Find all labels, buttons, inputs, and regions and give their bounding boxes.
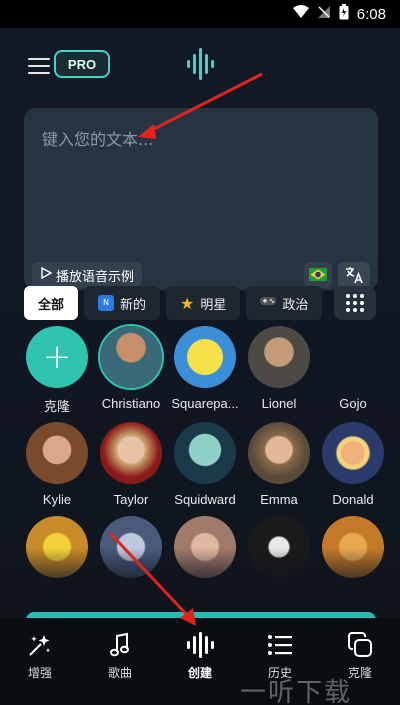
voice-item[interactable]: Squarepa... <box>168 326 242 411</box>
voice-name: Donald <box>332 492 374 507</box>
voice-item[interactable]: Gojo <box>316 326 390 411</box>
game-controller-icon <box>260 295 277 311</box>
nav-label: 创建 <box>187 666 212 680</box>
battery-icon <box>339 4 349 24</box>
avatar <box>100 326 162 388</box>
voice-name: Squarepa... <box>171 396 239 411</box>
waveform-icon <box>170 632 230 658</box>
avatar <box>322 326 384 388</box>
avatar <box>174 422 236 484</box>
nav-songs[interactable]: 歌曲 <box>90 632 150 681</box>
text-input-placeholder[interactable]: 键入您的文本... <box>42 126 153 150</box>
voice-item[interactable]: Christiano <box>94 326 168 411</box>
chip-all-label: 全部 <box>38 297 65 313</box>
avatar <box>248 422 310 484</box>
play-sample-label: 播放语音示例 <box>56 269 135 285</box>
add-voice-icon[interactable]: + <box>26 326 88 388</box>
translate-icon <box>344 266 364 288</box>
nav-create[interactable]: 创建 <box>170 632 230 681</box>
voice-item[interactable]: Squidward <box>168 422 242 507</box>
voice-name: 克隆 <box>43 399 70 414</box>
voice-item[interactable]: Kylie <box>20 422 94 507</box>
chip-new[interactable]: N 新的 <box>84 286 161 320</box>
chip-new-label: 新的 <box>120 297 147 313</box>
watermark: 一听下载 <box>240 678 353 705</box>
nav-label: 增强 <box>27 666 52 680</box>
avatar <box>248 326 310 388</box>
voice-item[interactable]: Lionel <box>242 326 316 411</box>
avatar <box>322 422 384 484</box>
status-time: 6:08 <box>356 5 386 23</box>
chip-politics[interactable]: 政治 <box>246 286 323 320</box>
app-screen: PRO 键入您的文本... 播放语音示例 全部 N 新的 ★ 明星 政治 + 克… <box>0 28 400 705</box>
chip-politics-label: 政治 <box>282 297 309 313</box>
voice-name: Christiano <box>101 396 161 411</box>
status-bar: 6:08 <box>0 0 400 28</box>
music-note-icon <box>90 632 150 658</box>
star-icon: ★ <box>180 293 195 313</box>
voice-item[interactable]: Donald <box>316 422 390 507</box>
voice-item-clone[interactable]: + 克隆 <box>20 326 94 415</box>
wifi-icon <box>292 5 309 23</box>
text-input-area[interactable]: 键入您的文本... 播放语音示例 <box>24 108 378 292</box>
voice-name: Gojo <box>339 396 367 411</box>
voice-item[interactable]: Taylor <box>94 422 168 507</box>
play-icon <box>40 266 53 283</box>
chip-stars[interactable]: ★ 明星 <box>166 286 241 320</box>
sparkle-icon <box>10 632 70 658</box>
voice-name: Lionel <box>261 396 297 411</box>
hamburger-menu-icon[interactable] <box>28 58 50 74</box>
grid-view-icon[interactable] <box>334 286 376 320</box>
play-sample-button[interactable]: 播放语音示例 <box>32 262 143 288</box>
language-flag-button[interactable] <box>304 262 332 288</box>
brazil-flag-icon <box>309 266 327 285</box>
voice-item[interactable]: Emma <box>242 422 316 507</box>
avatar <box>100 422 162 484</box>
avatar <box>26 422 88 484</box>
chip-all[interactable]: 全部 <box>24 286 79 320</box>
voice-name: Emma <box>260 492 298 507</box>
nav-enhance[interactable]: 增强 <box>10 632 70 681</box>
voice-name: Taylor <box>113 492 149 507</box>
app-logo-waveform-icon <box>186 48 216 80</box>
list-fade-overlay <box>0 548 400 618</box>
category-chips: 全部 N 新的 ★ 明星 政治 <box>24 286 324 322</box>
list-icon <box>250 632 310 658</box>
copy-icon <box>330 632 390 658</box>
voice-name: Squidward <box>174 492 236 507</box>
no-signal-icon <box>317 5 331 23</box>
chip-stars-label: 明星 <box>200 297 227 313</box>
new-badge-icon: N <box>98 295 115 311</box>
avatar <box>174 326 236 388</box>
voice-name: Kylie <box>42 492 72 507</box>
nav-label: 歌曲 <box>107 666 132 680</box>
pro-button[interactable]: PRO <box>54 50 110 78</box>
